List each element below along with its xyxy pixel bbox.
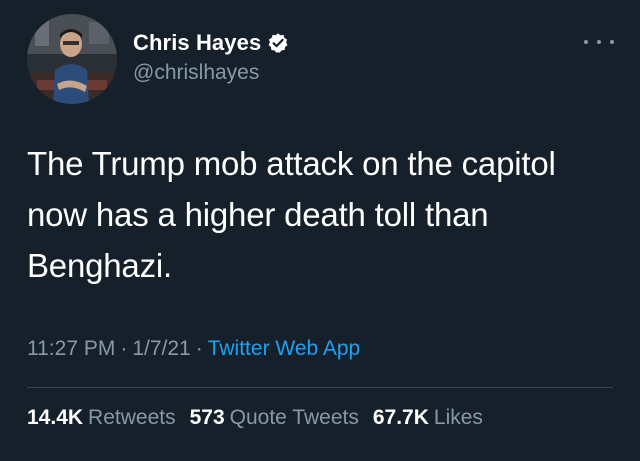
divider — [27, 387, 613, 388]
likes-count: 67.7K — [372, 406, 429, 429]
tweet-meta: 11:27 PM · 1/7/21 · Twitter Web App — [27, 337, 360, 361]
verified-badge-icon — [267, 32, 289, 54]
tweet-stats: 14.4K Retweets 573 Quote Tweets 67.7K Likes — [27, 406, 497, 430]
tweet-date[interactable]: 1/7/21 — [132, 337, 190, 360]
display-name[interactable]: Chris Hayes — [133, 30, 261, 56]
tweet-card: Chris Hayes @chrislhayes The Trump mob a… — [0, 0, 640, 461]
avatar[interactable] — [27, 14, 117, 104]
tweet-source[interactable]: Twitter Web App — [208, 337, 361, 360]
retweets-label: Retweets — [88, 406, 176, 429]
quote-tweets-count: 573 — [189, 406, 225, 429]
meta-separator: · — [120, 337, 128, 360]
quote-tweets-stat[interactable]: 573 Quote Tweets — [190, 406, 359, 429]
retweets-count: 14.4K — [27, 406, 84, 429]
retweets-stat[interactable]: 14.4K Retweets — [27, 406, 176, 429]
more-horizontal-icon[interactable] — [584, 32, 614, 52]
likes-stat[interactable]: 67.7K Likes — [373, 406, 483, 429]
quote-tweets-label: Quote Tweets — [229, 406, 359, 429]
tweet-time[interactable]: 11:27 PM — [27, 337, 115, 360]
user-handle[interactable]: @chrislhayes — [133, 61, 259, 85]
tweet-text: The Trump mob attack on the capitol now … — [27, 145, 556, 284]
likes-label: Likes — [433, 406, 483, 429]
name-row: Chris Hayes — [133, 28, 289, 58]
avatar-photo — [27, 14, 117, 104]
meta-separator: · — [195, 337, 203, 360]
